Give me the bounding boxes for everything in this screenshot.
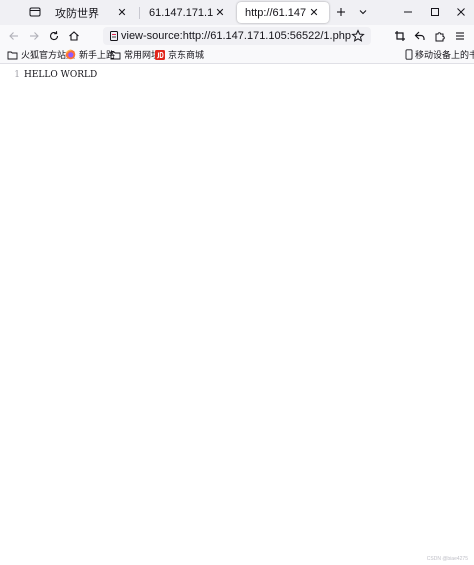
crop-icon [395, 31, 405, 41]
hamburger-menu-icon [456, 32, 464, 40]
view-source-content: 1 HELLO WORLD CSDN @biae4275 [0, 64, 474, 565]
folder-icon [110, 49, 121, 60]
url-text[interactable]: view-source:http://61.147.171.105:56522/… [121, 30, 351, 42]
screenshot-button[interactable] [392, 28, 408, 44]
source-line: 1 HELLO WORLD [0, 68, 97, 82]
back-arrow-icon [9, 32, 18, 40]
navigation-toolbar: view-source:http://61.147.171.105:56522/… [0, 25, 474, 46]
extensions-button[interactable] [432, 28, 448, 44]
tab-title: 攻防世界 [55, 7, 99, 20]
bookmark-jd-mall[interactable]: 京东商城 [154, 48, 204, 61]
tab-strip: 攻防世界 ✕ 61.147.171.105:56522/ ✕ http://61… [0, 0, 474, 25]
minimize-icon [404, 11, 412, 13]
line-number: 1 [14, 70, 20, 80]
minimize-button[interactable] [395, 2, 421, 22]
url-bar[interactable]: view-source:http://61.147.171.105:56522/… [103, 27, 371, 45]
tab-close-icon[interactable]: ✕ [115, 6, 129, 20]
bookmark-label: 移动设备上的书签 [415, 50, 474, 60]
plus-icon [337, 8, 345, 16]
chevron-down-icon [359, 10, 367, 15]
bookmark-getting-started[interactable]: 新手上路 [65, 48, 115, 61]
page-info-icon[interactable] [108, 30, 120, 42]
tab-view-source[interactable]: http://61.147.171.105:5 ✕ [237, 2, 329, 23]
bookmark-star-icon[interactable] [351, 29, 365, 43]
reload-icon [50, 31, 59, 41]
app-menu-button[interactable] [452, 28, 468, 44]
tab-title: 61.147.171.105:56522/ [149, 6, 213, 19]
watermark: CSDN @biae4275 [426, 556, 468, 562]
firefox-icon [65, 49, 76, 60]
reply-arrow-icon [414, 31, 425, 40]
tab-gongfang[interactable]: 攻防世界 ✕ [47, 2, 137, 23]
bookmark-label: 京东商城 [168, 50, 205, 60]
close-window-button[interactable] [448, 2, 474, 22]
bookmarks-toolbar: 火狐官方站点 新手上路 常用网址 京东商城 移动设备上的书 [0, 46, 474, 64]
tab-overview-icon [29, 7, 41, 17]
home-icon [69, 31, 79, 41]
back-button[interactable] [6, 28, 22, 44]
puzzle-icon [435, 32, 445, 42]
forward-arrow-icon [30, 32, 39, 40]
maximize-icon [431, 8, 439, 16]
mobile-icon [405, 49, 413, 60]
tab-close-icon[interactable]: ✕ [213, 6, 227, 20]
source-text: HELLO WORLD [24, 70, 98, 80]
reload-button[interactable] [46, 28, 62, 44]
tab-overview-button[interactable] [27, 4, 43, 20]
tab-separator [139, 7, 140, 19]
close-icon [457, 8, 465, 16]
share-button[interactable] [412, 28, 428, 44]
tab-server-root[interactable]: 61.147.171.105:56522/ ✕ [141, 2, 235, 23]
bookmark-common-sites[interactable]: 常用网址 [110, 48, 160, 61]
maximize-button[interactable] [422, 2, 448, 22]
forward-button[interactable] [26, 28, 42, 44]
folder-icon [7, 49, 18, 60]
new-tab-button[interactable] [329, 2, 353, 22]
tab-title: http://61.147.171.105:5 [245, 6, 307, 19]
mobile-bookmarks-folder[interactable]: 移动设备上的书签 [405, 48, 474, 61]
home-button[interactable] [66, 28, 82, 44]
jd-icon [154, 49, 165, 60]
list-all-tabs-button[interactable] [351, 2, 375, 22]
tab-close-icon[interactable]: ✕ [307, 6, 321, 20]
